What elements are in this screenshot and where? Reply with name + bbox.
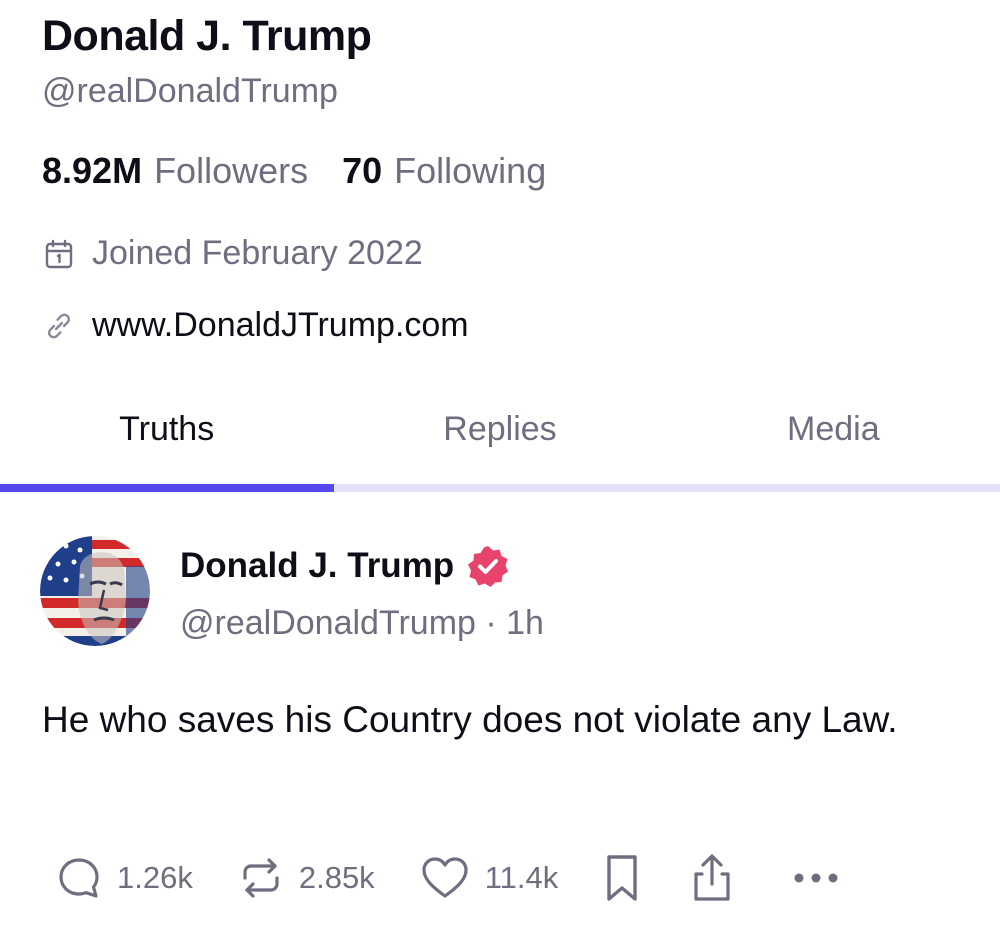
following-link[interactable]: 70 Following bbox=[342, 150, 546, 192]
like-button[interactable]: 11.4k bbox=[419, 854, 559, 902]
avatar[interactable] bbox=[40, 536, 150, 646]
profile-handle: @realDonaldTrump bbox=[42, 72, 338, 110]
joined-row: Joined February 2022 bbox=[42, 234, 423, 273]
share-button[interactable] bbox=[688, 852, 736, 904]
more-icon bbox=[792, 868, 840, 888]
followers-link[interactable]: 8.92M Followers bbox=[42, 150, 308, 192]
active-tab-indicator bbox=[0, 484, 334, 492]
calendar-icon bbox=[42, 237, 76, 271]
retruth-count: 2.85k bbox=[298, 860, 375, 895]
like-count: 11.4k bbox=[484, 860, 559, 895]
profile-stats: 8.92M Followers 70 Following bbox=[42, 150, 546, 192]
verified-badge-icon bbox=[466, 544, 510, 588]
following-count: 70 bbox=[342, 150, 383, 191]
followers-count: 8.92M bbox=[42, 150, 143, 191]
joined-date: Joined February 2022 bbox=[92, 234, 423, 272]
tab-truths[interactable]: Truths bbox=[0, 410, 333, 470]
profile-name: Donald J. Trump bbox=[42, 12, 372, 60]
retruth-button[interactable]: 2.85k bbox=[237, 854, 375, 902]
following-label: Following bbox=[394, 150, 547, 191]
followers-label: Followers bbox=[154, 150, 309, 191]
post-author-name[interactable]: Donald J. Trump bbox=[180, 546, 454, 586]
link-icon bbox=[42, 309, 76, 343]
reply-button[interactable]: 1.26k bbox=[55, 854, 193, 902]
tab-replies[interactable]: Replies bbox=[333, 410, 666, 470]
tab-track bbox=[0, 484, 1000, 492]
more-button[interactable] bbox=[792, 868, 840, 888]
profile-tabs: Truths Replies Media bbox=[0, 410, 1000, 470]
retruth-icon bbox=[237, 854, 285, 902]
website-link[interactable]: www.DonaldJTrump.com bbox=[92, 306, 469, 345]
reply-icon bbox=[55, 854, 103, 902]
share-icon bbox=[688, 852, 736, 904]
heart-icon bbox=[419, 854, 471, 902]
bookmark-icon bbox=[602, 852, 642, 904]
post-body: He who saves his Country does not violat… bbox=[42, 699, 898, 740]
post-actions: 1.26k 2.85k 11.4k bbox=[55, 848, 840, 908]
bookmark-button[interactable] bbox=[602, 852, 642, 904]
reply-count: 1.26k bbox=[117, 860, 193, 895]
website-row: www.DonaldJTrump.com bbox=[42, 306, 469, 345]
tab-media[interactable]: Media bbox=[667, 410, 1000, 470]
post-author: Donald J. Trump bbox=[180, 544, 510, 588]
post-meta: @realDonaldTrump · 1h bbox=[180, 604, 544, 642]
